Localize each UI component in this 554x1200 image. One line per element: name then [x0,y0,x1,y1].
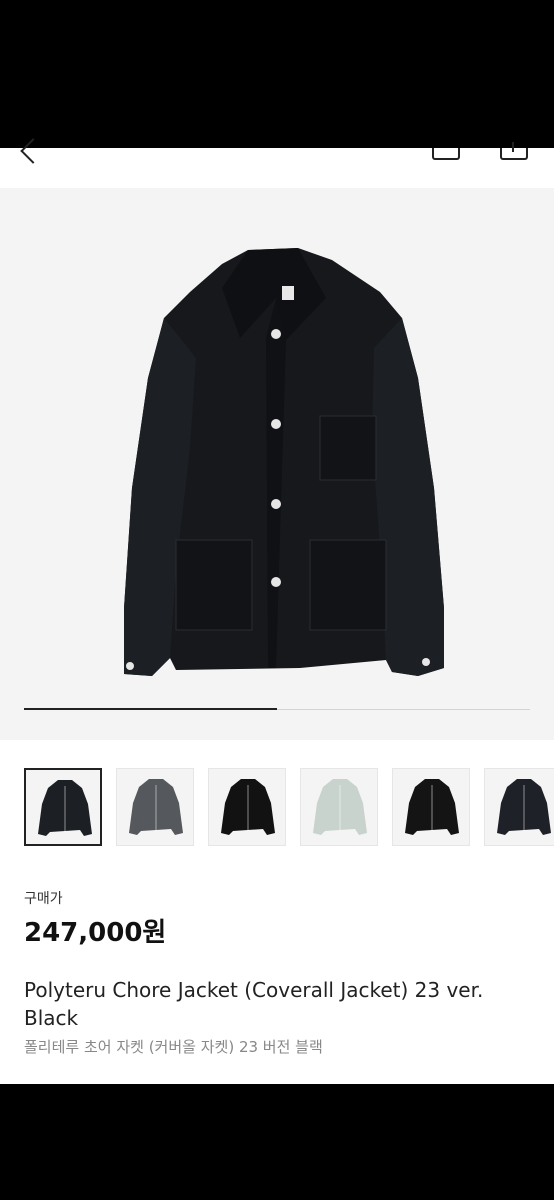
thumbnail-6[interactable] [484,768,554,846]
thumbnail-jacket-image [221,779,275,835]
carousel-progress-fill [24,708,277,710]
top-nav [0,138,554,188]
shopping-bag-icon[interactable] [432,148,460,160]
thumbnail-2[interactable] [116,768,194,846]
share-icon[interactable] [500,142,528,160]
home-indicator-area [0,1084,554,1200]
product-image-jacket [124,248,444,676]
thumbnail-jacket-image [313,779,367,835]
thumbnail-jacket-image [497,779,551,835]
product-title-ko: 폴리테루 초어 자켓 (커버올 자켓) 23 버전 블랙 [24,1038,323,1056]
thumbnail-1[interactable] [24,768,102,846]
thumbnail-3[interactable] [208,768,286,846]
thumbnail-jacket-image [129,779,183,835]
product-info: 구매가 247,000원 Polyteru Chore Jacket (Cove… [0,740,554,1084]
thumbnail-jacket-image [405,779,459,835]
product-image-carousel[interactable] [0,188,554,740]
thumbnail-strip[interactable] [24,768,554,850]
price-label: 구매가 [24,891,63,907]
price-value: 247,000원 [24,918,167,948]
product-title-en: Polyteru Chore Jacket (Coverall Jacket) … [24,978,484,1030]
thumbnail-4[interactable] [300,768,378,846]
status-bar-area [0,0,554,148]
thumbnail-jacket-image [38,780,92,836]
thumbnail-5[interactable] [392,768,470,846]
carousel-progress-track [24,708,530,710]
